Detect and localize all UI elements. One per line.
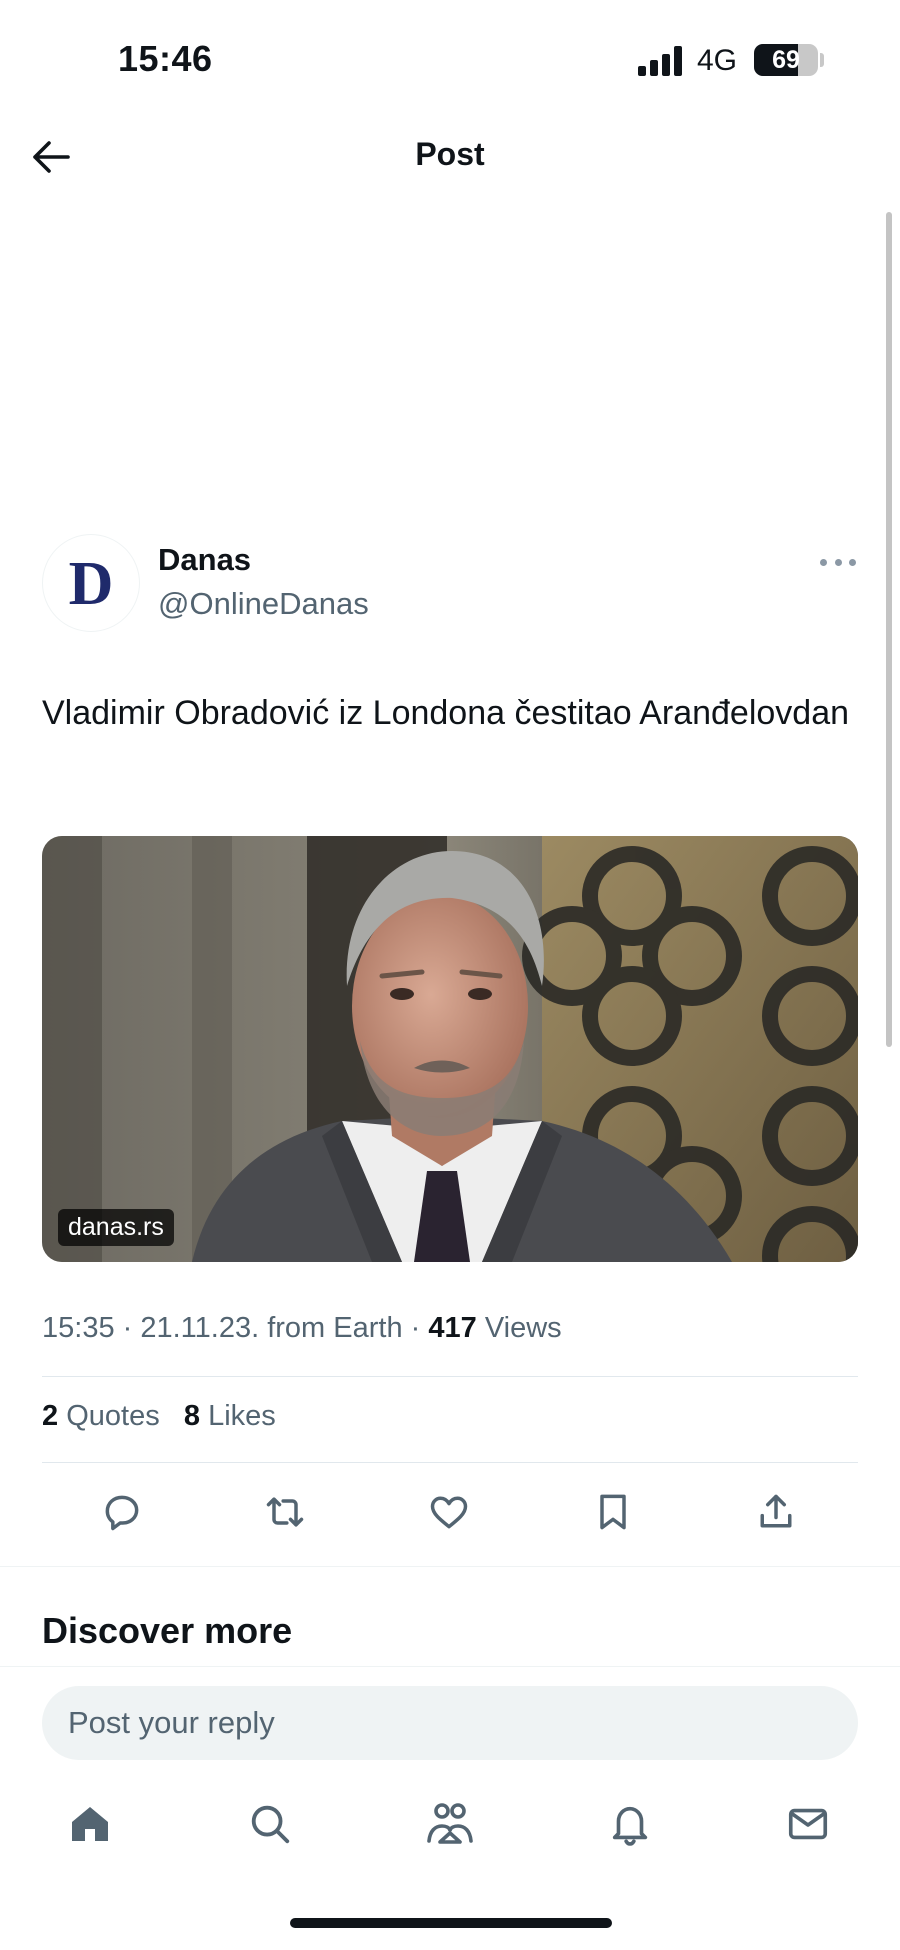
author-handle[interactable]: @OnlineDanas (158, 586, 369, 622)
post-date: 21.11.23. (140, 1312, 260, 1344)
scrollbar[interactable] (886, 212, 892, 1047)
tab-home[interactable] (62, 1796, 118, 1852)
engagement-counts: 2 Quotes 8 Likes (42, 1400, 276, 1433)
post-time: 15:35 (42, 1312, 115, 1344)
repost-icon (266, 1497, 304, 1527)
section-divider (0, 1566, 900, 1567)
more-options-button[interactable] (820, 548, 856, 576)
notifications-icon (612, 1806, 648, 1846)
views-count: 417 (428, 1312, 477, 1344)
tab-notifications[interactable] (602, 1796, 658, 1852)
bookmark-icon (600, 1494, 626, 1530)
share-icon (760, 1494, 792, 1528)
divider (42, 1376, 858, 1377)
more-dot (849, 558, 856, 566)
search-icon (251, 1805, 290, 1844)
status-bar: 15:46 4G 69 (0, 0, 900, 120)
status-time: 15:46 (118, 38, 213, 79)
post-source: from Earth (267, 1312, 403, 1344)
likes-label: Likes (208, 1400, 276, 1432)
repost-button[interactable] (261, 1488, 309, 1536)
quotes-link[interactable]: 2 Quotes (42, 1400, 160, 1432)
reply-button[interactable] (98, 1488, 146, 1536)
quotes-label: Quotes (66, 1400, 160, 1432)
quotes-count: 2 (42, 1400, 59, 1432)
media-source-badge: danas.rs (58, 1209, 174, 1246)
tab-bar (0, 1790, 900, 1870)
home-icon (72, 1807, 108, 1841)
more-dot (820, 558, 827, 566)
post-meta: 15:35 · 21.11.23. from Earth · 417 Views (42, 1312, 562, 1344)
like-button[interactable] (425, 1488, 473, 1536)
heart-icon (430, 1496, 468, 1529)
signal-icon (638, 46, 684, 76)
author-name[interactable]: Danas (158, 542, 251, 578)
likes-count: 8 (183, 1400, 201, 1432)
battery-tip (820, 53, 824, 67)
more-dot (834, 558, 842, 566)
home-indicator[interactable] (290, 1918, 612, 1928)
network-type: 4G (697, 44, 738, 77)
views-label: Views (484, 1312, 562, 1344)
tab-search[interactable] (242, 1796, 298, 1852)
reply-box[interactable] (42, 1686, 858, 1760)
bookmark-button[interactable] (589, 1488, 637, 1536)
post-text: Vladimir Obradović iz Londona čestitao A… (42, 694, 850, 732)
messages-icon (788, 1808, 828, 1840)
section-divider (0, 1666, 900, 1667)
divider (42, 1462, 858, 1463)
nav-header: Post (0, 120, 900, 200)
discover-more-heading: Discover more (42, 1610, 293, 1651)
share-button[interactable] (752, 1488, 800, 1536)
likes-link[interactable]: 8 Likes (184, 1400, 276, 1432)
battery-level: 69 (772, 46, 800, 74)
reply-input[interactable] (68, 1705, 858, 1741)
avatar[interactable]: D (42, 534, 140, 632)
reply-icon (105, 1495, 139, 1531)
page-title: Post (415, 136, 485, 172)
battery-icon: 69 (754, 44, 818, 76)
communities-icon (427, 1803, 473, 1844)
tab-messages[interactable] (780, 1796, 836, 1852)
post-actions (42, 1488, 858, 1538)
tab-communities[interactable] (422, 1796, 478, 1852)
portrait-photo (42, 836, 858, 1262)
avatar-logo: D (68, 550, 114, 618)
post-image[interactable]: danas.rs (42, 836, 858, 1262)
